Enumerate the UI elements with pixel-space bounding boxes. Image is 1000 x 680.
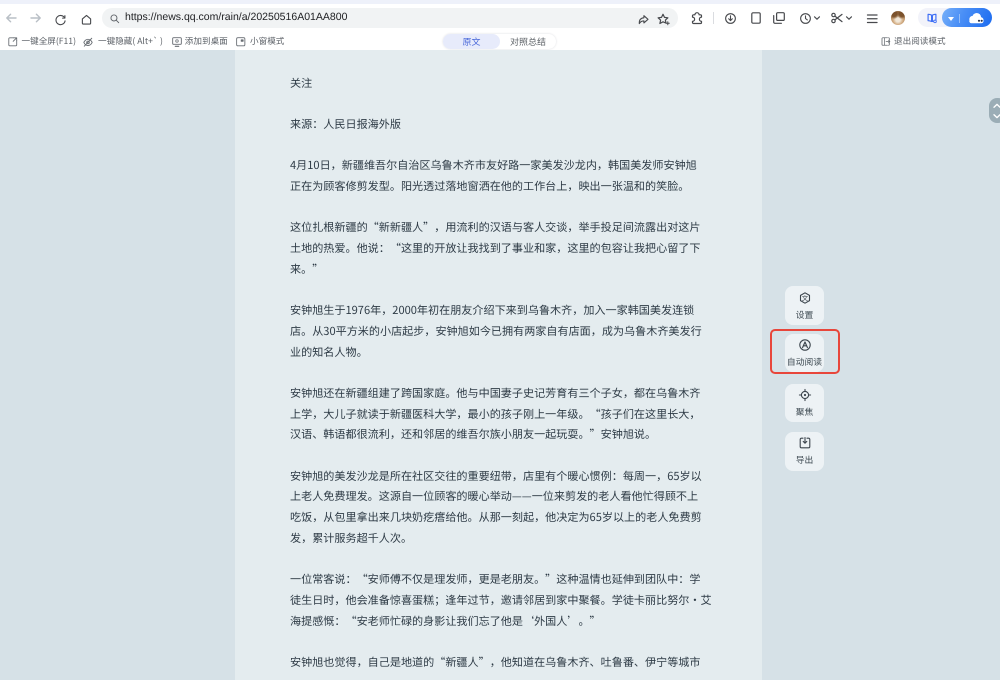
svg-text:文: 文 <box>801 293 808 302</box>
